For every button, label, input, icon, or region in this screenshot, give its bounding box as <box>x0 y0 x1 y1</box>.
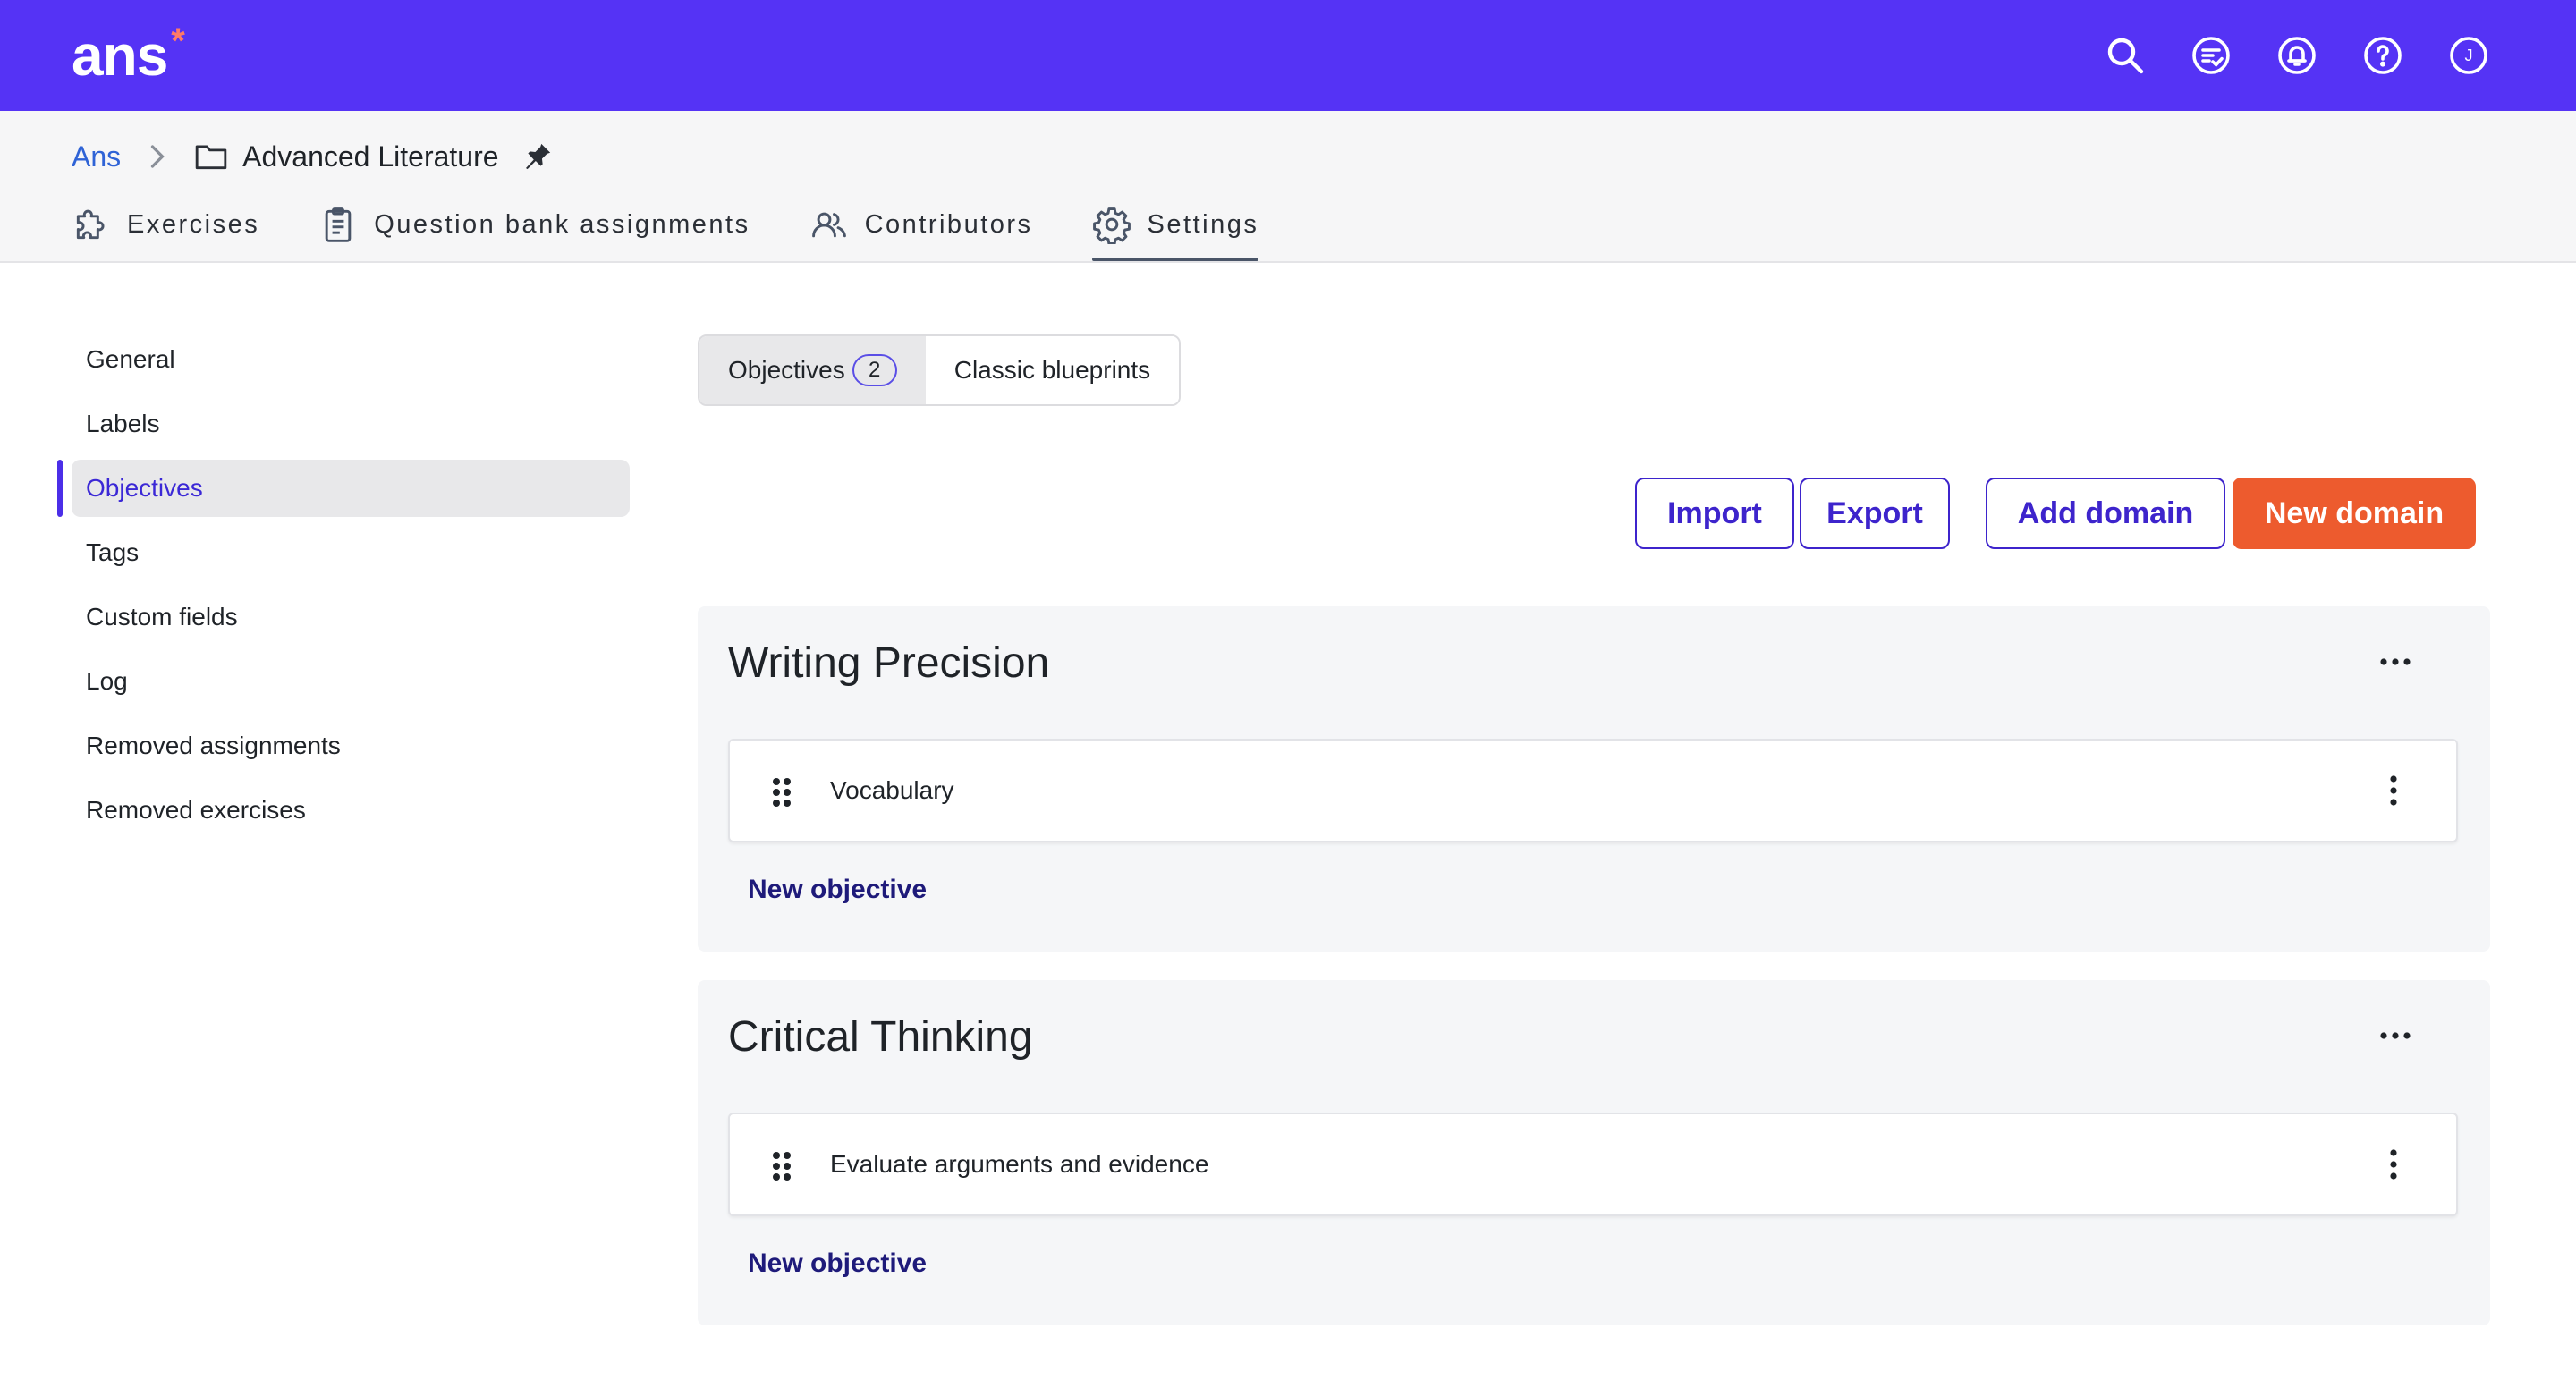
breadcrumb-current: Advanced Literature <box>242 140 499 173</box>
domain-title: Critical Thinking <box>728 1013 1033 1061</box>
domain-actions: Import Export Add domain New domain <box>0 478 2576 551</box>
sidebar-item-removed-exercises[interactable]: Removed exercises <box>57 782 630 839</box>
view-segmented-control: Objectives 2 Classic blueprints <box>698 334 1182 406</box>
sidebar-item-removed-assignments[interactable]: Removed assignments <box>57 717 630 774</box>
domain-card: Writing Precision Vocabulary New objecti… <box>698 606 2490 952</box>
clipboard-icon <box>325 207 352 242</box>
import-button[interactable]: Import <box>1635 478 1794 549</box>
sidebar-item-labels[interactable]: Labels <box>57 395 630 453</box>
tab-settings[interactable]: Settings <box>1091 197 1259 261</box>
tab-label: Exercises <box>127 209 260 239</box>
app-logo[interactable]: ans * <box>72 20 185 91</box>
drag-handle-icon[interactable] <box>769 1150 794 1182</box>
tab-exercises[interactable]: Exercises <box>72 197 259 252</box>
objective-row[interactable]: Evaluate arguments and evidence <box>728 1113 2458 1216</box>
objective-label: Evaluate arguments and evidence <box>830 1150 1209 1178</box>
domain-card: Critical Thinking Evaluate arguments and… <box>698 980 2490 1325</box>
sidebar-item-log[interactable]: Log <box>57 653 630 710</box>
sidebar-item-custom-fields[interactable]: Custom fields <box>57 588 630 646</box>
avatar-initial: J <box>2464 46 2473 64</box>
breadcrumb: Ans Advanced Literature <box>72 134 558 179</box>
page-header: Ans Advanced Literature Exercises Questi… <box>0 111 2576 263</box>
chevron-right-icon <box>137 139 178 174</box>
puzzle-icon <box>76 209 105 240</box>
settings-sidebar: General Labels Objectives Tags Custom fi… <box>57 331 630 846</box>
review-icon[interactable] <box>2188 32 2234 79</box>
new-domain-button[interactable]: New domain <box>2233 478 2476 549</box>
new-objective-link[interactable]: New objective <box>748 875 927 905</box>
help-icon[interactable] <box>2360 32 2406 79</box>
more-vertical-icon[interactable] <box>2383 1147 2404 1182</box>
objectives-count-badge: 2 <box>852 354 897 386</box>
tab-question-bank-assignments[interactable]: Question bank assignments <box>318 197 750 252</box>
tab-label: Contributors <box>864 209 1033 239</box>
notifications-icon[interactable] <box>2274 32 2320 79</box>
gear-icon <box>1092 207 1131 244</box>
logo-asterisk: * <box>171 21 185 61</box>
folder-icon <box>194 139 230 174</box>
tab-label: Settings <box>1147 209 1259 239</box>
breadcrumb-root-link[interactable]: Ans <box>72 140 121 174</box>
user-avatar[interactable]: J <box>2445 32 2492 79</box>
section-tabs: Exercises Question bank assignments Cont… <box>72 197 1318 263</box>
pin-icon[interactable] <box>522 139 558 174</box>
domain-title: Writing Precision <box>728 639 1050 687</box>
export-button[interactable]: Export <box>1800 478 1950 549</box>
segment-classic-blueprints[interactable]: Classic blueprints <box>925 336 1180 404</box>
drag-handle-icon[interactable] <box>769 776 794 808</box>
top-navigation-bar: ans * J <box>0 0 2576 111</box>
new-objective-link[interactable]: New objective <box>748 1248 927 1279</box>
add-domain-button[interactable]: Add domain <box>1986 478 2225 549</box>
segment-objectives-label: Objectives <box>728 356 845 384</box>
logo-text: ans <box>72 23 168 88</box>
search-icon[interactable] <box>2102 32 2148 79</box>
tab-label: Question bank assignments <box>374 209 750 239</box>
more-horizontal-icon[interactable] <box>2377 644 2413 680</box>
segment-objectives[interactable]: Objectives 2 <box>699 336 926 404</box>
objective-label: Vocabulary <box>830 776 954 804</box>
more-horizontal-icon[interactable] <box>2377 1018 2413 1054</box>
more-vertical-icon[interactable] <box>2383 773 2404 808</box>
objective-row[interactable]: Vocabulary <box>728 739 2458 842</box>
users-icon <box>811 212 846 238</box>
tab-contributors[interactable]: Contributors <box>809 197 1033 252</box>
sidebar-item-general[interactable]: General <box>57 331 630 388</box>
